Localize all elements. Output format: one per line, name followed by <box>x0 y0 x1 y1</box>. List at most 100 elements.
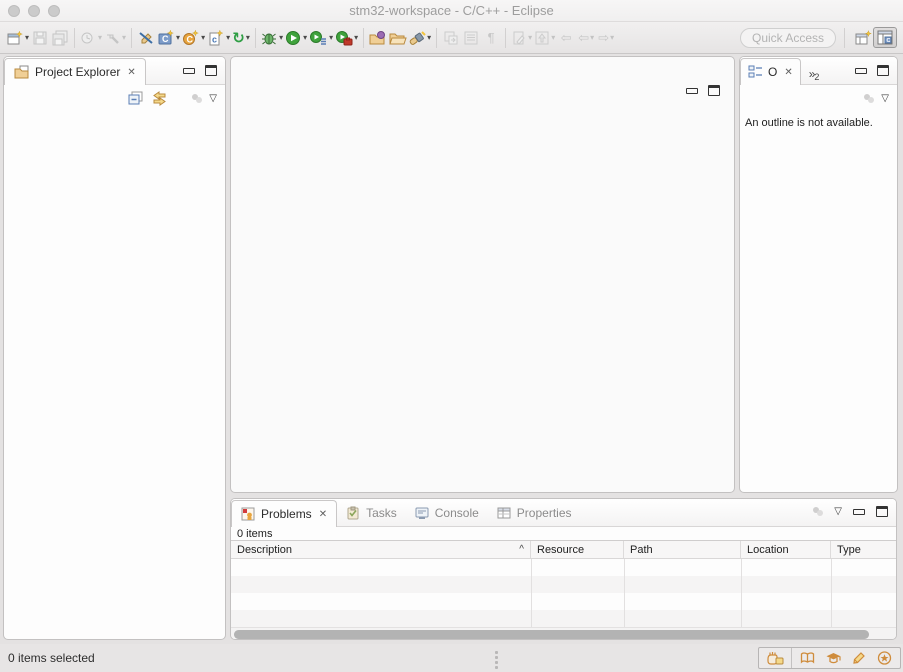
link-with-editor-button[interactable] <box>151 91 168 106</box>
hidden-views-count: 2 <box>814 72 819 82</box>
graduation-cap-icon <box>825 650 842 666</box>
c-cpp-perspective-button[interactable]: C <box>873 27 897 48</box>
zoom-window-button[interactable] <box>48 5 60 17</box>
back-button: ⇦ ▾ <box>576 26 596 50</box>
open-element-button[interactable] <box>368 26 388 50</box>
close-icon[interactable]: ✕ <box>319 509 327 520</box>
maximize-icon[interactable] <box>876 506 888 517</box>
outline-icon <box>748 65 763 79</box>
star-circle-icon <box>876 650 893 666</box>
toolbar-separator <box>844 28 845 48</box>
tab-outline[interactable]: O ✕ <box>740 58 801 85</box>
overview-book-button[interactable] <box>799 650 816 666</box>
tab-label: Properties <box>517 506 572 520</box>
forward-arrow-icon: ⇨ <box>598 30 609 46</box>
window-titlebar: stm32-workspace - C/C++ - Eclipse <box>0 0 903 22</box>
tutorials-button[interactable] <box>825 650 842 666</box>
close-window-button[interactable] <box>8 5 20 17</box>
minimize-window-button[interactable] <box>28 5 40 17</box>
next-annotation-icon <box>443 30 459 46</box>
tab-console[interactable]: Console <box>406 499 488 526</box>
open-perspective-button[interactable]: ✦ <box>853 26 873 50</box>
whats-new-button[interactable] <box>851 650 867 666</box>
console-icon <box>415 506 430 520</box>
view-menu-button[interactable]: ▽ <box>881 93 889 104</box>
status-bar: 0 items selected <box>0 644 903 672</box>
debug-button[interactable]: ▾ <box>260 26 284 50</box>
view-menu-disabled-icon <box>192 94 202 103</box>
trim-drag-handle[interactable] <box>495 651 498 669</box>
editor-area[interactable] <box>230 56 735 493</box>
project-explorer-tree[interactable] <box>4 111 225 611</box>
open-element-icon <box>369 30 387 46</box>
quick-access-input[interactable] <box>740 28 836 48</box>
scrollbar-thumb[interactable] <box>234 630 869 639</box>
new-cpp-class-button[interactable]: C ✦ ▾ <box>181 26 206 50</box>
maximize-icon[interactable] <box>205 65 217 76</box>
minimize-icon[interactable] <box>686 88 698 94</box>
view-menu-button[interactable]: ▽ <box>834 506 842 517</box>
last-edit-location-icon <box>511 30 527 46</box>
column-separator <box>624 559 625 627</box>
search-flashlight-icon <box>409 30 426 46</box>
search-button[interactable]: ▾ <box>408 26 432 50</box>
tab-tasks[interactable]: Tasks <box>337 499 406 526</box>
minimize-icon[interactable] <box>183 68 195 74</box>
run-button[interactable]: ▾ <box>284 26 308 50</box>
column-separator <box>531 559 532 627</box>
build-all-icon <box>80 30 97 46</box>
tab-problems[interactable]: Problems ✕ <box>231 500 337 527</box>
close-icon[interactable]: ✕ <box>784 67 792 78</box>
open-resource-button[interactable] <box>388 26 408 50</box>
tab-properties[interactable]: Properties <box>488 499 581 526</box>
svg-text:C: C <box>887 38 891 44</box>
tab-project-explorer[interactable]: Project Explorer ✕ <box>4 58 146 85</box>
save-all-button <box>50 26 70 50</box>
run-history-button[interactable]: ▾ <box>308 26 334 50</box>
column-header-description[interactable]: Description ^ <box>231 541 531 558</box>
minimize-icon[interactable] <box>853 509 865 515</box>
view-menu-button[interactable]: ▽ <box>209 93 217 104</box>
view-menu-disabled-icon <box>813 507 823 516</box>
welcome-trim-group <box>758 647 901 669</box>
toggle-mark-occurrences-button[interactable] <box>136 26 156 50</box>
link-with-editor-icon <box>151 91 168 106</box>
horizontal-scrollbar[interactable] <box>231 627 896 640</box>
new-cpp-class-icon: C ✦ <box>182 30 200 46</box>
column-header-location[interactable]: Location <box>741 541 831 558</box>
welcome-hand-button[interactable] <box>766 650 784 666</box>
new-c-project-button[interactable]: C ✦ ▾ <box>156 26 181 50</box>
profile-button[interactable]: ▾ <box>334 26 359 50</box>
tab-label: Console <box>435 506 479 520</box>
maximize-icon[interactable] <box>877 65 889 76</box>
save-all-icon <box>52 30 69 46</box>
maximize-icon[interactable] <box>708 85 720 96</box>
column-header-path[interactable]: Path <box>624 541 741 558</box>
tab-label: Problems <box>261 507 312 521</box>
problems-panel: Problems ✕ Tasks Console <box>230 498 897 640</box>
new-wizard-button[interactable]: ✦ ▾ <box>6 26 30 50</box>
welcome-hand-icon <box>766 650 784 666</box>
collapse-all-button[interactable] <box>128 91 144 106</box>
more-views-button[interactable]: »2 <box>809 67 821 81</box>
window-title: stm32-workspace - C/C++ - Eclipse <box>0 3 903 18</box>
properties-icon <box>497 506 512 520</box>
close-icon[interactable]: ✕ <box>127 67 135 78</box>
column-header-type[interactable]: Type <box>831 541 896 558</box>
toggle-block-selection-button <box>461 26 481 50</box>
build-button: ▾ <box>103 26 127 50</box>
book-icon <box>799 650 816 666</box>
project-explorer-icon <box>14 65 30 80</box>
minimize-icon[interactable] <box>855 68 867 74</box>
toolbar-separator <box>74 28 75 48</box>
sort-asc-icon: ^ <box>519 544 524 555</box>
toolbar-separator <box>131 28 132 48</box>
tab-label: Project Explorer <box>35 65 120 79</box>
refresh-c-index-button[interactable]: ↻ ▾ <box>231 26 251 50</box>
outline-message: An outline is not available. <box>740 111 897 135</box>
column-header-resource[interactable]: Resource <box>531 541 624 558</box>
open-perspective-icon: ✦ <box>854 30 872 46</box>
samples-button[interactable] <box>876 650 893 666</box>
new-c-file-button[interactable]: c ✦ ▾ <box>206 26 231 50</box>
svg-text:✦: ✦ <box>217 30 224 38</box>
